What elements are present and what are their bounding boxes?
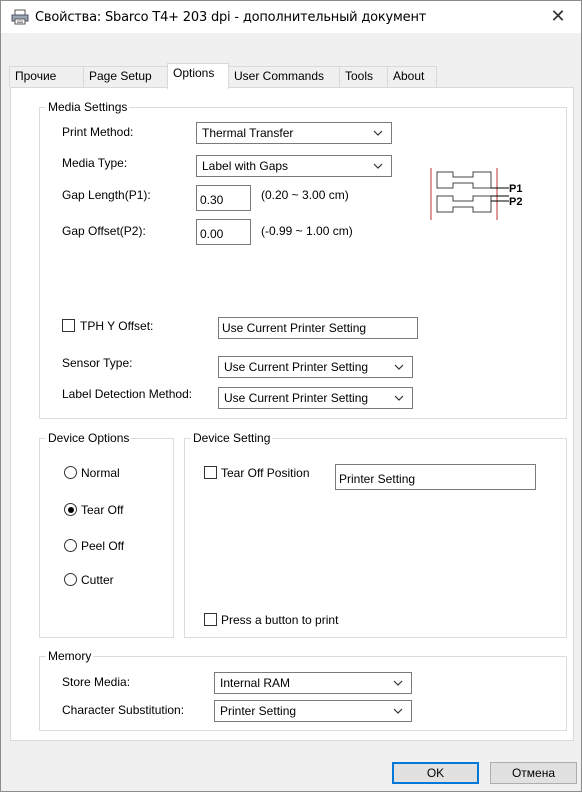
char-substitution-select[interactable]: Printer Setting: [214, 700, 412, 722]
radio-peel-off-label: Peel Off: [81, 539, 125, 553]
tph-y-offset-label: TPH Y Offset:: [80, 319, 154, 333]
tab-prochie[interactable]: Прочие: [9, 66, 84, 87]
tear-off-position-field[interactable]: Printer Setting: [335, 464, 536, 490]
close-button[interactable]: ✕: [535, 1, 581, 33]
tab-tools[interactable]: Tools: [339, 66, 388, 87]
chevron-down-icon: [393, 708, 403, 714]
chevron-down-icon: [373, 130, 383, 136]
memory-title: Memory: [46, 649, 94, 663]
cancel-button[interactable]: Отмена: [490, 762, 577, 784]
title-bar[interactable]: Свойства: Sbarco T4+ 203 dpi - дополните…: [1, 1, 581, 33]
press-button-checkbox[interactable]: [204, 613, 217, 626]
radio-tear-off[interactable]: [64, 503, 77, 516]
chevron-down-icon: [373, 163, 383, 169]
print-method-select[interactable]: Thermal Transfer: [196, 122, 392, 144]
gap-length-field[interactable]: 0.30: [196, 185, 251, 211]
tph-y-offset-field[interactable]: Use Current Printer Setting: [218, 317, 418, 339]
store-media-select[interactable]: Internal RAM: [214, 672, 412, 694]
tab-page-setup[interactable]: Page Setup: [83, 66, 168, 87]
media-type-select[interactable]: Label with Gaps: [196, 155, 392, 177]
close-icon: ✕: [550, 6, 566, 27]
window-title: Свойства: Sbarco T4+ 203 dpi - дополните…: [35, 10, 427, 25]
tph-y-offset-checkbox[interactable]: [62, 319, 75, 332]
diagram-p2-label: P2: [509, 196, 522, 208]
sensor-type-label: Sensor Type:: [62, 356, 133, 370]
gap-diagram: P1 P2: [429, 166, 539, 224]
tab-user-commands[interactable]: User Commands: [228, 66, 340, 87]
radio-normal-label: Normal: [81, 466, 120, 480]
chevron-down-icon: [394, 364, 404, 370]
gap-length-label: Gap Length(P1):: [62, 188, 151, 202]
radio-tear-off-label: Tear Off: [81, 503, 124, 517]
properties-dialog: Свойства: Sbarco T4+ 203 dpi - дополните…: [0, 0, 582, 792]
chevron-down-icon: [393, 680, 403, 686]
gap-offset-range: (-0.99 ~ 1.00 cm): [261, 224, 353, 238]
press-button-label: Press a button to print: [221, 613, 339, 627]
radio-cutter-label: Cutter: [81, 573, 114, 587]
gap-offset-field[interactable]: 0.00: [196, 219, 251, 245]
media-settings-title: Media Settings: [46, 100, 130, 114]
media-type-label: Media Type:: [62, 156, 128, 170]
tab-about[interactable]: About: [387, 66, 437, 87]
gap-length-range: (0.20 ~ 3.00 cm): [261, 188, 349, 202]
label-detection-select[interactable]: Use Current Printer Setting: [218, 387, 413, 409]
device-options-title: Device Options: [46, 431, 132, 445]
print-method-label: Print Method:: [62, 125, 134, 139]
ok-button[interactable]: OK: [392, 762, 479, 784]
diagram-p1-label: P1: [509, 183, 522, 195]
radio-normal[interactable]: [64, 466, 77, 479]
tear-off-position-checkbox[interactable]: [204, 466, 217, 479]
radio-cutter[interactable]: [64, 573, 77, 586]
chevron-down-icon: [394, 395, 404, 401]
radio-peel-off[interactable]: [64, 539, 77, 552]
sensor-type-select[interactable]: Use Current Printer Setting: [218, 356, 413, 378]
char-substitution-label: Character Substitution:: [62, 703, 185, 717]
gap-offset-label: Gap Offset(P2):: [62, 224, 146, 238]
label-detection-label: Label Detection Method:: [62, 387, 193, 401]
store-media-label: Store Media:: [62, 675, 131, 689]
printer-icon: [11, 9, 29, 25]
device-setting-title: Device Setting: [191, 431, 273, 445]
tear-off-position-label: Tear Off Position: [221, 466, 310, 480]
label-gap-diagram-icon: P1 P2: [430, 168, 522, 220]
tab-options[interactable]: Options: [167, 63, 229, 89]
